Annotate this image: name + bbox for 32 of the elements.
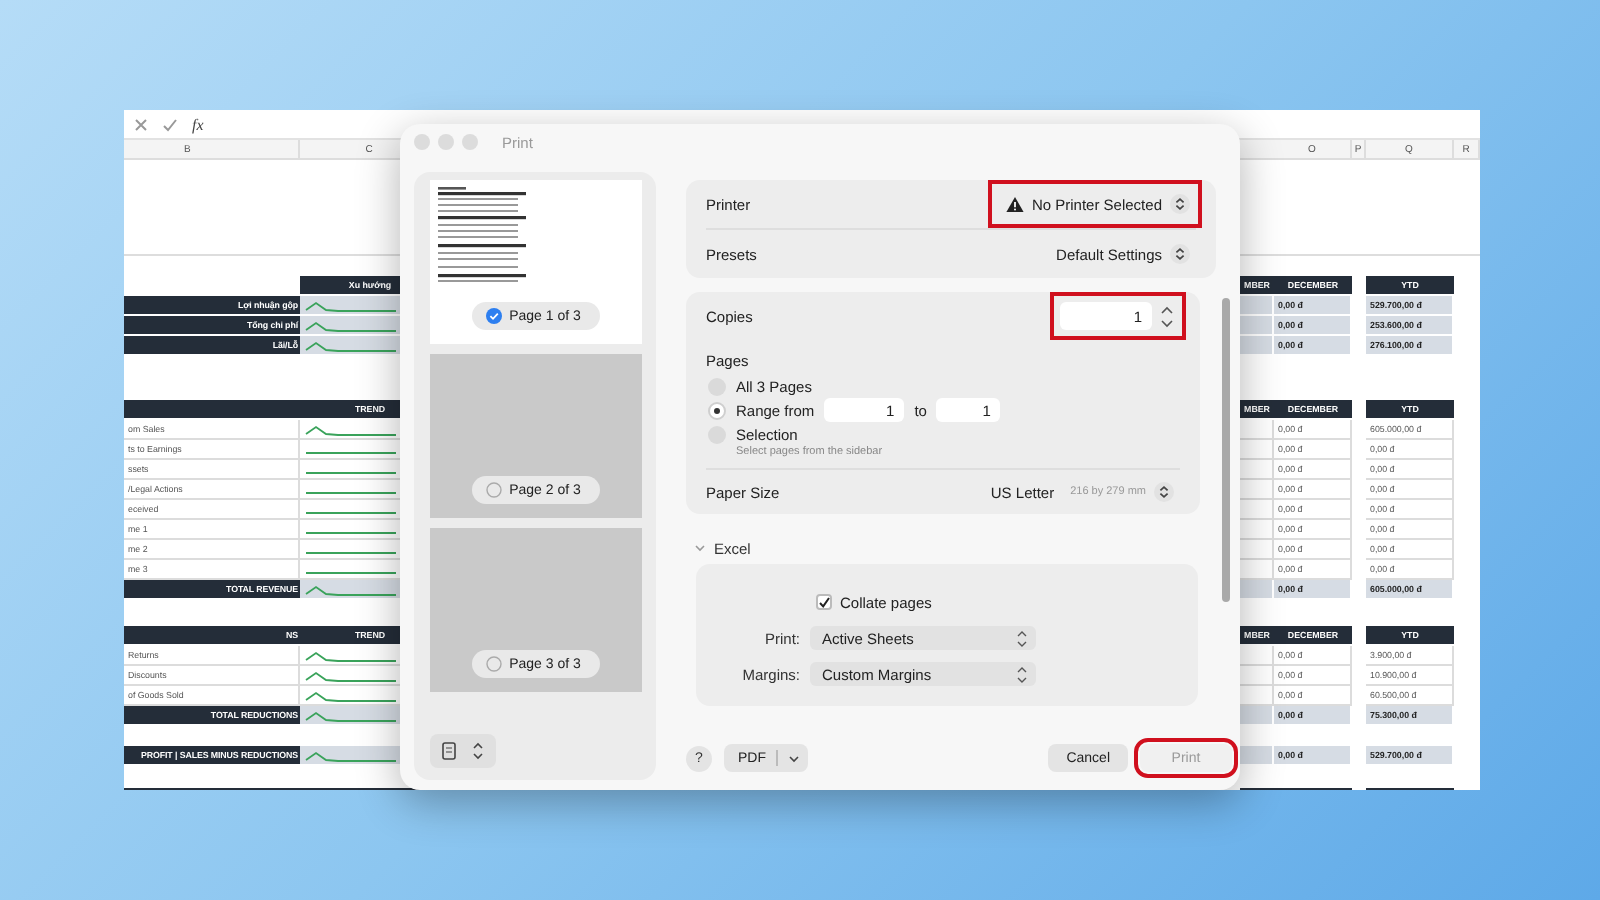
sheet-preview-drawing (436, 186, 528, 286)
updown-icon (1016, 629, 1028, 647)
sparkline (304, 747, 396, 763)
sparkline (304, 707, 396, 723)
document-icon (442, 742, 456, 760)
function-label: fx (192, 115, 204, 133)
updown-icon (1170, 194, 1190, 214)
sparkline (304, 297, 396, 313)
updown-icon (1016, 665, 1028, 683)
close-icon (134, 117, 148, 131)
check-circle-icon (485, 308, 502, 324)
sparkline (304, 421, 396, 437)
updown-icon (1154, 482, 1174, 502)
stepper[interactable] (1160, 305, 1174, 327)
scrollbar[interactable] (1222, 298, 1230, 602)
check-icon (818, 596, 830, 608)
sparkline (304, 667, 396, 683)
checkbox[interactable] (816, 594, 832, 610)
updown-icon (472, 742, 484, 760)
chevron-down-icon (788, 753, 800, 763)
sparkline (304, 687, 396, 703)
radio-button[interactable] (708, 401, 726, 419)
circle-icon (485, 656, 502, 672)
updown-icon (1170, 244, 1190, 264)
circle-icon (485, 482, 502, 498)
sparkline (304, 581, 396, 597)
sparkline (304, 317, 396, 333)
view-button[interactable] (430, 734, 496, 768)
check-icon (162, 117, 178, 131)
sparkline (304, 337, 396, 353)
chevron-down-icon[interactable] (694, 542, 706, 554)
sparkline (304, 647, 396, 663)
